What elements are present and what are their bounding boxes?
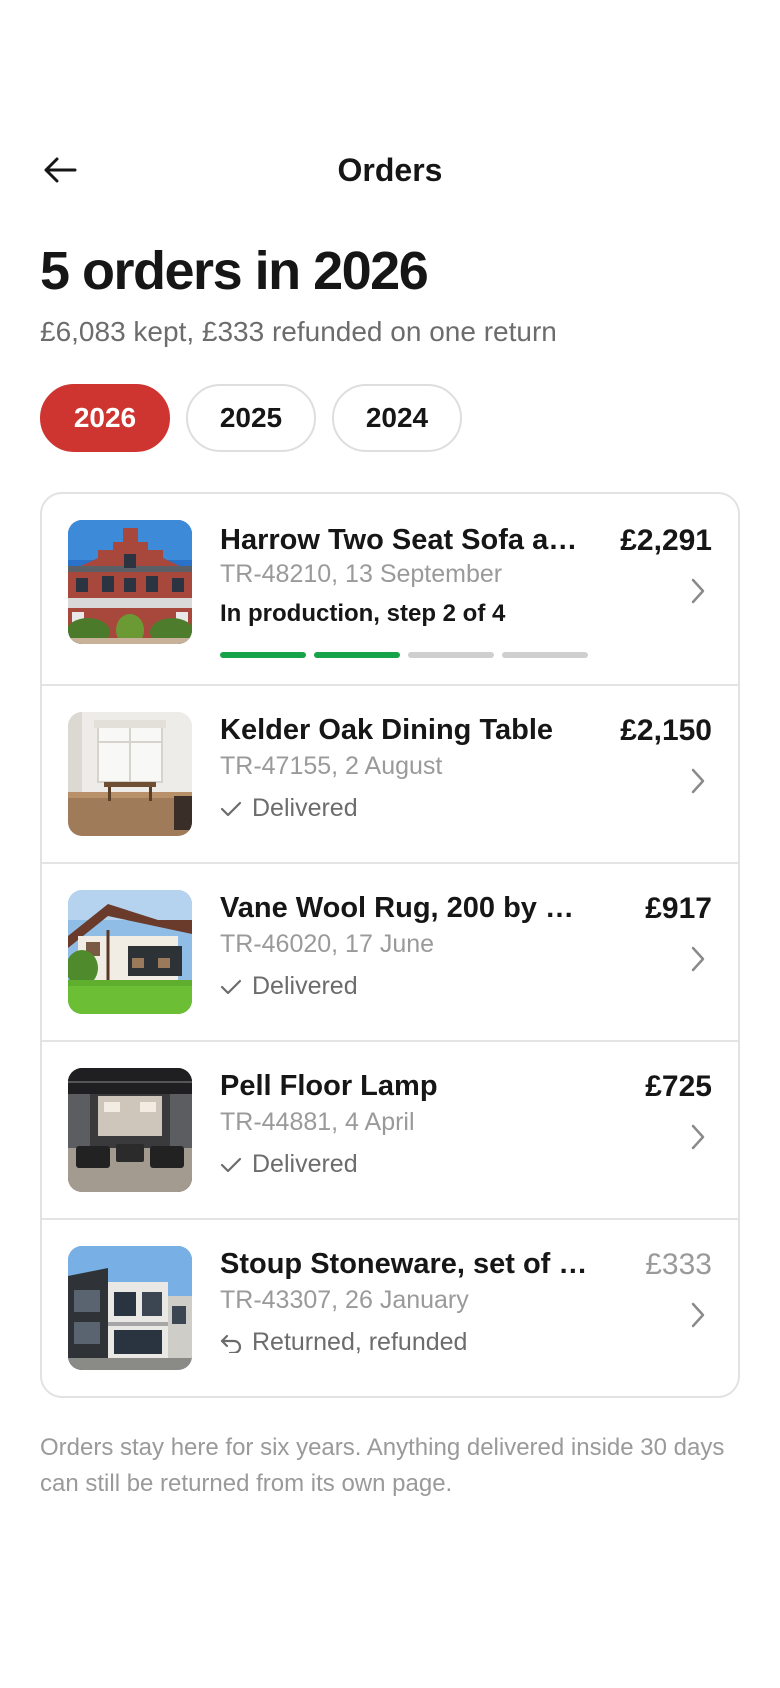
order-price: £2,150 xyxy=(620,714,712,747)
order-reference: TR-44881, 4 April xyxy=(220,1108,415,1136)
order-row[interactable]: Pell Floor Lamp £725 TR-44881, 4 April D… xyxy=(42,1042,738,1220)
order-row[interactable]: Vane Wool Rug, 200 by 300... £917 TR-460… xyxy=(42,864,738,1042)
tab-year-2026[interactable]: 2026 xyxy=(40,384,170,452)
order-status-label: Delivered xyxy=(252,794,358,822)
order-price: £917 xyxy=(645,892,712,925)
tab-year-2025[interactable]: 2025 xyxy=(186,384,316,452)
order-item-name: Harrow Two Seat Sofa an... xyxy=(220,524,588,556)
order-item-name: Pell Floor Lamp xyxy=(220,1070,438,1102)
order-status: Delivered xyxy=(220,794,358,823)
order-status: Returned, refunded xyxy=(220,1328,467,1357)
lounge-interior-photo xyxy=(68,1068,192,1192)
progress-segment xyxy=(502,652,588,658)
dining-room-photo xyxy=(68,712,192,836)
order-thumbnail xyxy=(68,520,192,644)
order-status: In production, step 2 of 4 xyxy=(220,600,505,628)
chevron-right-icon xyxy=(691,1302,705,1328)
order-reference: TR-46020, 17 June xyxy=(220,930,435,958)
order-price: £725 xyxy=(645,1070,712,1103)
modern-house-photo xyxy=(68,1246,192,1370)
orders-summary-title: 5 orders in 2026 xyxy=(40,241,429,301)
year-filter-tabs: 2026 2025 2024 xyxy=(40,384,462,452)
order-row[interactable]: Harrow Two Seat Sofa an... £2,291 TR-482… xyxy=(42,494,738,686)
chevron-right-icon xyxy=(691,578,705,604)
brick-house-photo xyxy=(68,520,192,644)
check-icon xyxy=(220,801,242,816)
order-status-label: Delivered xyxy=(252,972,358,1000)
order-thumbnail xyxy=(68,1246,192,1370)
check-icon xyxy=(220,979,242,994)
order-reference: TR-48210, 13 September xyxy=(220,560,503,588)
chevron-right-icon xyxy=(691,1124,705,1150)
return-icon xyxy=(220,1334,242,1353)
order-reference: TR-43307, 26 January xyxy=(220,1286,469,1314)
order-progress-bar xyxy=(220,652,588,658)
order-price: £2,291 xyxy=(620,524,712,557)
chevron-right-icon xyxy=(691,946,705,972)
order-item-name: Vane Wool Rug, 200 by 300... xyxy=(220,892,588,924)
top-bar: Orders xyxy=(0,140,780,200)
tab-year-2024[interactable]: 2024 xyxy=(332,384,462,452)
order-status-label: In production, step 2 of 4 xyxy=(220,600,506,627)
order-row[interactable]: Stoup Stoneware, set of four £333 TR-433… xyxy=(42,1220,738,1396)
order-thumbnail xyxy=(68,712,192,836)
retention-footnote: Orders stay here for six years. Anything… xyxy=(40,1434,725,1497)
check-icon xyxy=(220,1157,242,1172)
page-header-title: Orders xyxy=(337,152,443,188)
order-status-label: Returned, refunded xyxy=(252,1328,468,1356)
order-item-name: Kelder Oak Dining Table xyxy=(220,714,554,746)
progress-segment xyxy=(220,652,306,658)
order-thumbnail xyxy=(68,890,192,1014)
orders-summary-subtitle: £6,083 kept, £333 refunded on one return xyxy=(40,316,557,347)
progress-segment xyxy=(314,652,400,658)
order-price: £333 xyxy=(645,1248,712,1281)
progress-segment xyxy=(408,652,494,658)
order-reference: TR-47155, 2 August xyxy=(220,752,443,780)
orders-list: Harrow Two Seat Sofa an... £2,291 TR-482… xyxy=(40,492,740,1398)
order-row[interactable]: Kelder Oak Dining Table £2,150 TR-47155,… xyxy=(42,686,738,864)
order-status: Delivered xyxy=(220,1150,358,1179)
order-item-name: Stoup Stoneware, set of four xyxy=(220,1248,588,1280)
order-thumbnail xyxy=(68,1068,192,1192)
chevron-right-icon xyxy=(691,768,705,794)
order-status: Delivered xyxy=(220,972,358,1001)
garden-house-photo xyxy=(68,890,192,1014)
order-status-label: Delivered xyxy=(252,1150,358,1178)
